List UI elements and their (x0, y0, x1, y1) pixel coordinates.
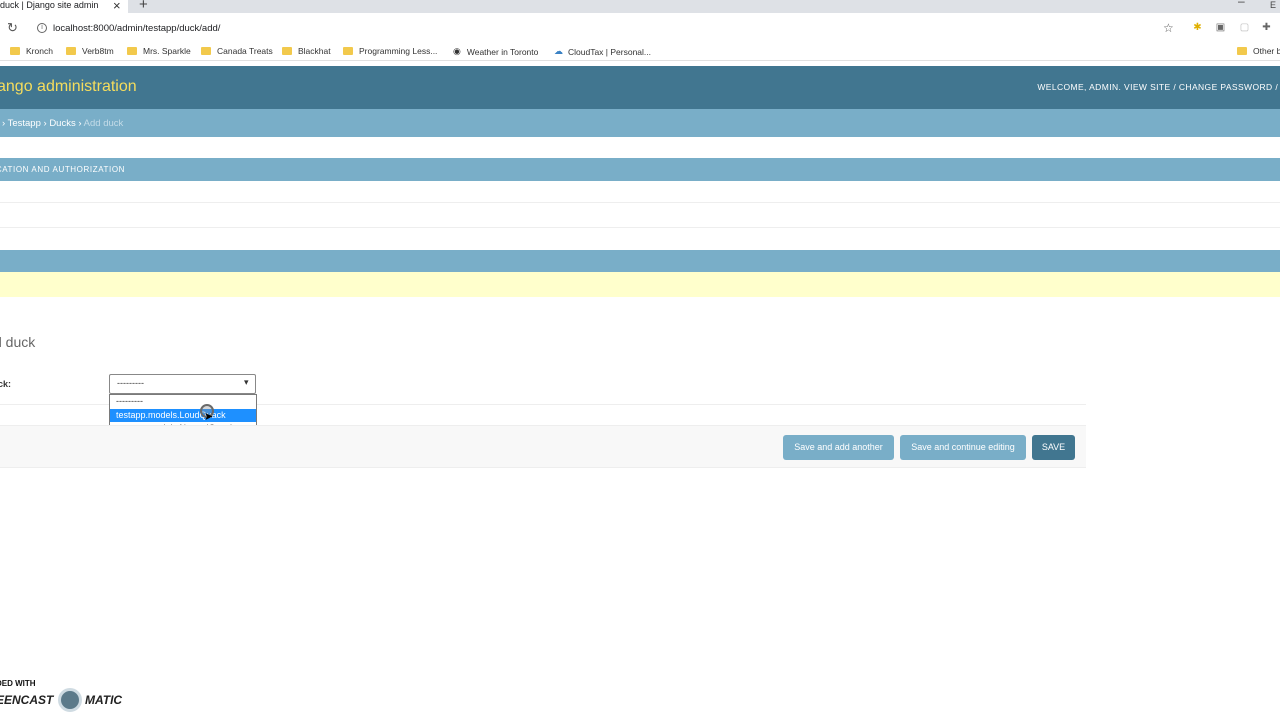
folder-icon (282, 47, 292, 55)
bookmark-folder[interactable]: Canada Treats (201, 46, 273, 56)
chevron-down-icon: ▾ (244, 377, 249, 387)
module-caption (0, 158, 1280, 181)
reload-icon[interactable]: ↻ (7, 20, 18, 36)
field-label: ack: (0, 379, 12, 389)
quack-select[interactable]: --------- (109, 374, 256, 394)
module-caption (0, 250, 1280, 272)
minimize-icon[interactable]: – (1238, 0, 1245, 8)
site-info-icon[interactable]: i (37, 23, 47, 33)
breadcrumb-app[interactable]: Testapp (8, 118, 41, 129)
extension-icon[interactable]: ▢ (1239, 22, 1250, 33)
breadcrumb-sep: › (1, 118, 6, 129)
watermark-text: DED WITH (0, 679, 36, 688)
puzzle-icon[interactable]: ✚ (1261, 22, 1272, 33)
breadcrumb: e › Testapp › Ducks › Add duck (0, 118, 123, 129)
row-divider (0, 227, 1280, 228)
screencast-logo-icon (58, 688, 82, 712)
other-bookmarks[interactable]: Other b (1237, 46, 1280, 56)
browser-tab[interactable]: duck | Django site admin (0, 0, 128, 13)
window-close-icon[interactable]: E (1270, 0, 1276, 10)
site-branding[interactable]: ango administration (0, 78, 137, 96)
bookmark-folder[interactable]: Programming Less... (343, 46, 437, 56)
weather-icon: ◉ (453, 46, 461, 56)
mouse-cursor-icon: ➤ (204, 411, 214, 423)
select-option[interactable]: --------- (110, 395, 256, 408)
watermark-text: EENCAST (0, 693, 54, 707)
cloud-icon: ☁ (554, 46, 563, 56)
bookmark-folder[interactable]: Blackhat (282, 46, 331, 56)
watermark-text: MATIC (85, 693, 123, 707)
browser-tabstrip (0, 0, 1280, 13)
folder-icon (343, 47, 353, 55)
breadcrumb-current: Add duck (83, 118, 124, 129)
breadcrumb-sep: › (78, 118, 82, 129)
folder-icon (127, 47, 137, 55)
bookmark-star-icon[interactable]: ☆ (1163, 21, 1174, 35)
message-bar (0, 272, 1280, 297)
folder-icon (1237, 47, 1247, 55)
row-divider (0, 202, 1280, 203)
save-button[interactable]: SAVE (1032, 435, 1075, 460)
breadcrumb-sep: › (43, 118, 47, 129)
new-tab-icon[interactable]: + (139, 0, 148, 13)
extension-icon[interactable]: ▣ (1215, 22, 1226, 33)
save-and-continue-button[interactable]: Save and continue editing (900, 435, 1026, 460)
breadcrumb-model[interactable]: Ducks (49, 118, 75, 129)
bookmark-folder[interactable]: Verb8tm (66, 46, 114, 56)
bookmark-folder[interactable]: Kronch (10, 46, 53, 56)
module-caption-text[interactable]: ICATION AND AUTHORIZATION (0, 165, 125, 174)
extension-icon[interactable]: ✱ (1192, 22, 1203, 33)
folder-icon (10, 47, 20, 55)
folder-icon (201, 47, 211, 55)
bookmark-folder[interactable]: Mrs. Sparkle (127, 46, 191, 56)
breadcrumb-bar (0, 109, 1280, 137)
folder-icon (66, 47, 76, 55)
user-tools[interactable]: WELCOME, ADMIN. VIEW SITE / CHANGE PASSW… (1037, 82, 1280, 92)
select-option-highlighted[interactable]: testapp.models.LoudQuack (110, 409, 256, 422)
page-title: d duck (0, 334, 36, 350)
close-tab-icon[interactable]: × (113, 0, 121, 13)
bookmark-weather[interactable]: ◉ Weather in Toronto (453, 46, 538, 57)
address-bar[interactable]: localhost:8000/admin/testapp/duck/add/ (53, 23, 220, 34)
save-and-add-another-button[interactable]: Save and add another (783, 435, 894, 460)
bookmark-cloudtax[interactable]: ☁ CloudTax | Personal... (554, 46, 651, 57)
